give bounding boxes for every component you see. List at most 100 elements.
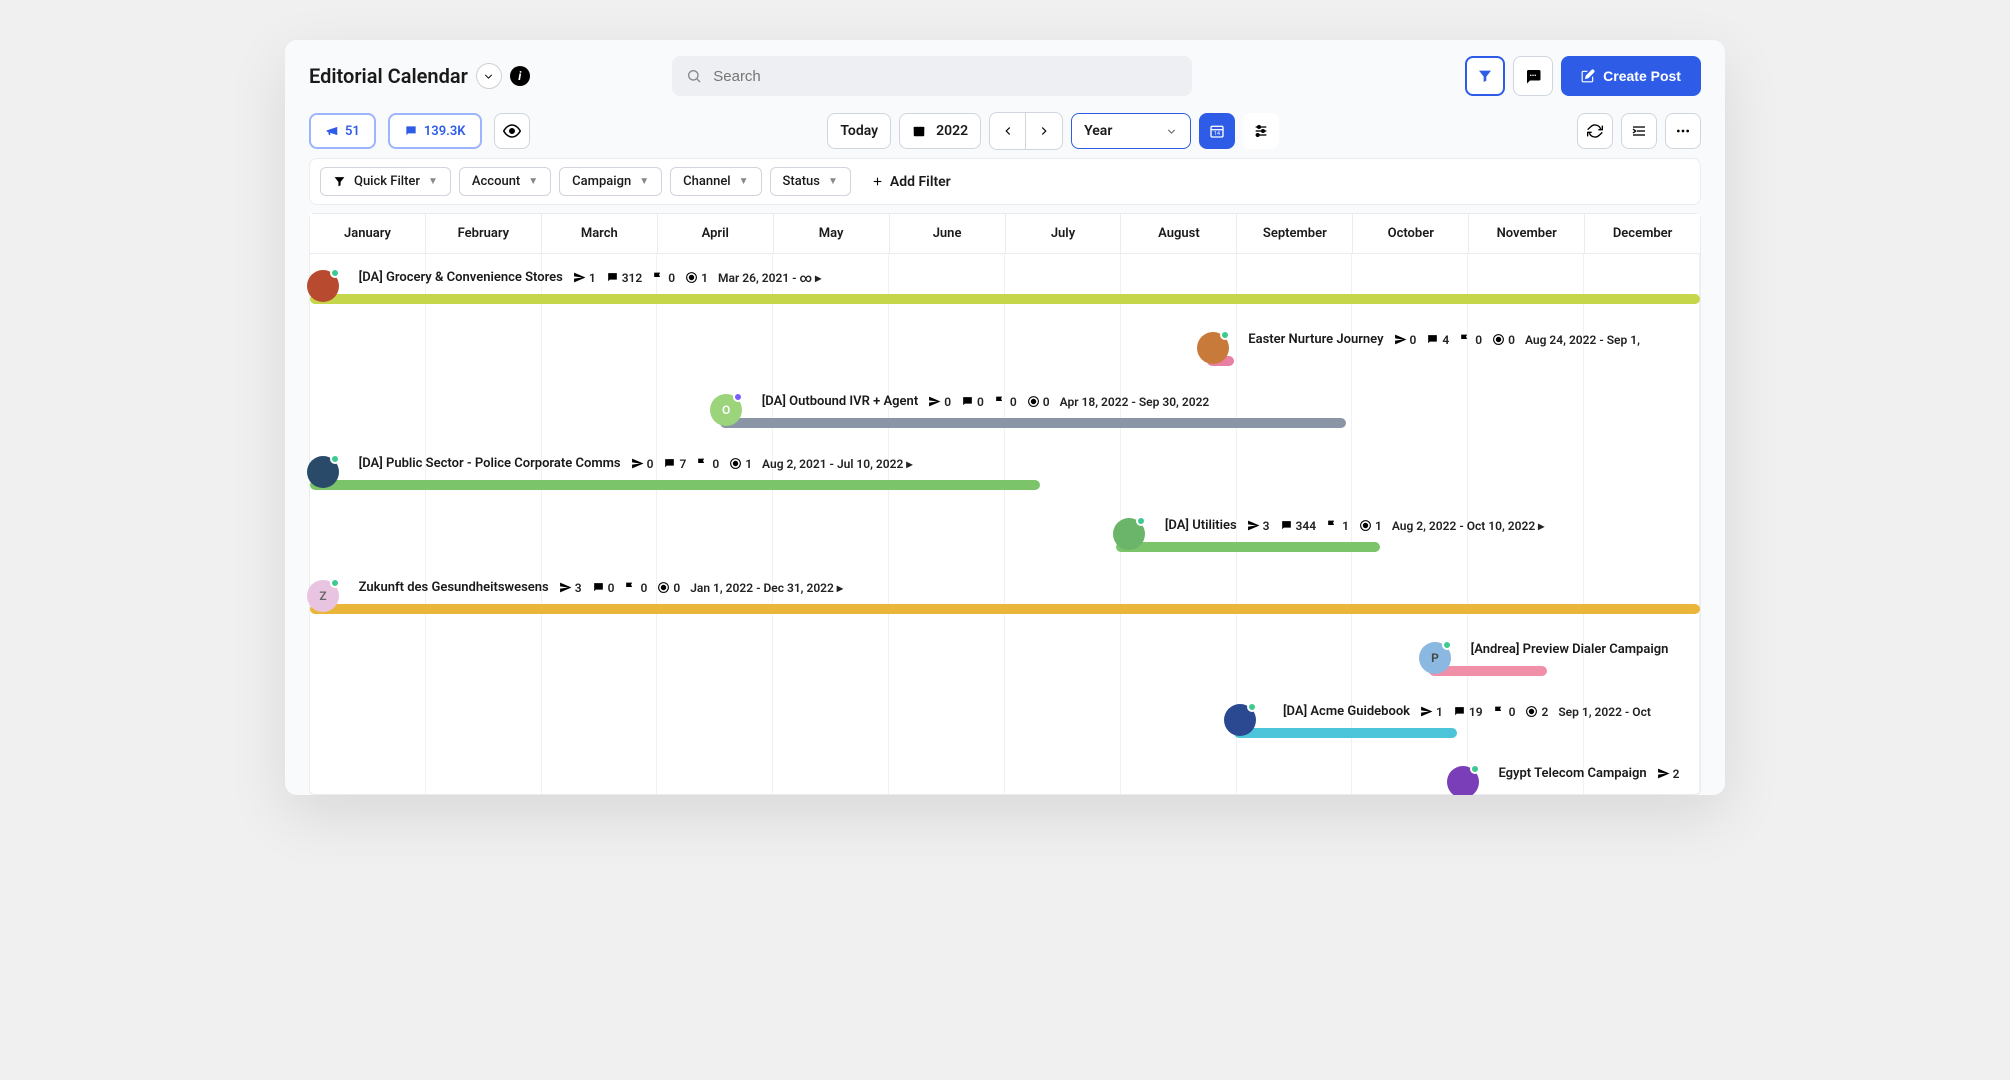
status-dot: [1136, 516, 1146, 526]
today-label: Today: [840, 123, 878, 139]
filter-bar: Quick Filter ▼ Account ▼ Campaign ▼ Chan…: [309, 158, 1701, 205]
app-window: Editorial Calendar i Create Post: [285, 40, 1725, 795]
campaigns-count-chip[interactable]: 51: [309, 113, 376, 149]
stat-send: 3: [559, 581, 582, 595]
chat-icon: [1524, 67, 1542, 85]
status-dot: [330, 578, 340, 588]
visibility-button[interactable]: [494, 113, 530, 149]
timeline-bar[interactable]: [1116, 542, 1380, 552]
timeline-row[interactable]: O[DA] Outbound IVR + Agent0000Apr 18, 20…: [310, 388, 1700, 450]
page-title: Editorial Calendar: [309, 64, 468, 88]
timeline: JanuaryFebruaryMarchAprilMayJuneJulyAugu…: [309, 213, 1701, 795]
status-dot: [330, 454, 340, 464]
stat-target: 0: [1027, 395, 1050, 409]
row-title: [DA] Utilities: [1165, 518, 1237, 533]
toolbar-center: Today 2022 Year 14: [827, 112, 1279, 150]
next-button[interactable]: [1026, 113, 1062, 149]
timeline-bar[interactable]: [310, 294, 1700, 304]
stat-send: 1: [573, 271, 596, 285]
timeline-row[interactable]: [DA] Public Sector - Police Corporate Co…: [310, 450, 1700, 512]
create-post-button[interactable]: Create Post: [1561, 56, 1701, 96]
row-title: [DA] Outbound IVR + Agent: [762, 394, 918, 409]
granularity-select[interactable]: Year: [1071, 113, 1191, 149]
stat-flag: 0: [696, 457, 719, 471]
funnel-bolt-icon: [333, 175, 346, 188]
campaign-filter-chip[interactable]: Campaign ▼: [559, 167, 662, 196]
messages-count: 139.3K: [424, 124, 466, 139]
row-title: [DA] Acme Guidebook: [1283, 704, 1410, 719]
month-header-cell: January: [310, 214, 426, 253]
calendar-day-icon: 14: [1209, 123, 1225, 139]
filter-button[interactable]: [1465, 56, 1505, 96]
row-stats: 2: [1657, 767, 1680, 781]
quick-filter-label: Quick Filter: [354, 174, 420, 189]
caret-icon: ▼: [828, 176, 838, 187]
month-header-cell: June: [890, 214, 1006, 253]
row-label: [DA] Outbound IVR + Agent0000Apr 18, 202…: [762, 394, 1210, 409]
timeline-bar[interactable]: [720, 418, 1346, 428]
caret-icon: ▼: [739, 176, 749, 187]
row-title: [DA] Grocery & Convenience Stores: [359, 270, 563, 285]
status-dot: [1442, 640, 1452, 650]
month-header-cell: April: [658, 214, 774, 253]
more-icon: [1675, 123, 1691, 139]
caret-icon: ▼: [428, 176, 438, 187]
row-stats: 0701: [631, 457, 752, 471]
stat-msg: 7: [663, 457, 686, 471]
nav-arrows: [989, 112, 1063, 150]
indent-icon: [1631, 123, 1647, 139]
comments-button[interactable]: [1513, 56, 1553, 96]
timeline-bar[interactable]: [1234, 728, 1456, 738]
today-button[interactable]: Today: [827, 113, 891, 149]
plus-icon: [871, 175, 884, 188]
caret-icon: ▼: [528, 176, 538, 187]
timeline-row[interactable]: [DA] Grocery & Convenience Stores131201M…: [310, 264, 1700, 326]
info-icon[interactable]: i: [510, 66, 530, 86]
row-label: Egypt Telecom Campaign2: [1498, 766, 1679, 781]
timeline-row[interactable]: [DA] Utilities334411Aug 2, 2022 - Oct 10…: [310, 512, 1700, 574]
row-stats: 11902: [1420, 705, 1548, 719]
stat-msg: 0: [592, 581, 615, 595]
month-header-cell: October: [1353, 214, 1469, 253]
timeline-bar[interactable]: [310, 480, 1040, 490]
calendar-view-button[interactable]: 14: [1199, 113, 1235, 149]
timeline-row[interactable]: Easter Nurture Journey0400Aug 24, 2022 -…: [310, 326, 1700, 388]
refresh-button[interactable]: [1577, 113, 1613, 149]
channel-filter-chip[interactable]: Channel ▼: [670, 167, 761, 196]
status-filter-chip[interactable]: Status ▼: [770, 167, 851, 196]
toolbar: 51 139.3K Today 2022 Year: [285, 112, 1725, 158]
indent-button[interactable]: [1621, 113, 1657, 149]
stat-target: 0: [657, 581, 680, 595]
year-picker[interactable]: 2022: [899, 113, 981, 149]
month-header-cell: September: [1237, 214, 1353, 253]
message-icon: [404, 124, 418, 138]
granularity-label: Year: [1084, 123, 1112, 139]
add-filter-button[interactable]: Add Filter: [859, 167, 963, 196]
stat-target: 1: [729, 457, 752, 471]
timeline-row[interactable]: P[Andrea] Preview Dialer Campaign: [310, 636, 1700, 698]
settings-sliders-button[interactable]: [1243, 113, 1279, 149]
row-stats: 334411: [1247, 519, 1382, 533]
funnel-icon: [1477, 68, 1493, 84]
account-filter-label: Account: [472, 174, 520, 189]
timeline-row[interactable]: Egypt Telecom Campaign2: [310, 760, 1700, 795]
timeline-bar[interactable]: [310, 604, 1700, 614]
quick-filter-chip[interactable]: Quick Filter ▼: [320, 167, 451, 196]
timeline-row[interactable]: [DA] Acme Guidebook11902Sep 1, 2022 - Oc…: [310, 698, 1700, 760]
refresh-icon: [1587, 123, 1603, 139]
svg-text:14: 14: [1214, 131, 1220, 137]
title-dropdown-button[interactable]: [476, 63, 502, 89]
chevron-down-icon: [1165, 125, 1178, 138]
prev-button[interactable]: [990, 113, 1026, 149]
row-title: Zukunft des Gesundheitswesens: [359, 580, 549, 595]
search-input[interactable]: [672, 56, 1192, 96]
timeline-row[interactable]: ZZukunft des Gesundheitswesens3000Jan 1,…: [310, 574, 1700, 636]
messages-count-chip[interactable]: 139.3K: [388, 113, 482, 149]
edit-icon: [1581, 69, 1595, 83]
account-filter-chip[interactable]: Account ▼: [459, 167, 551, 196]
stat-target: 2: [1525, 705, 1548, 719]
timeline-body[interactable]: [DA] Grocery & Convenience Stores131201M…: [310, 254, 1700, 794]
row-label: [Andrea] Preview Dialer Campaign: [1471, 642, 1669, 657]
more-button[interactable]: [1665, 113, 1701, 149]
year-label: 2022: [936, 123, 968, 139]
